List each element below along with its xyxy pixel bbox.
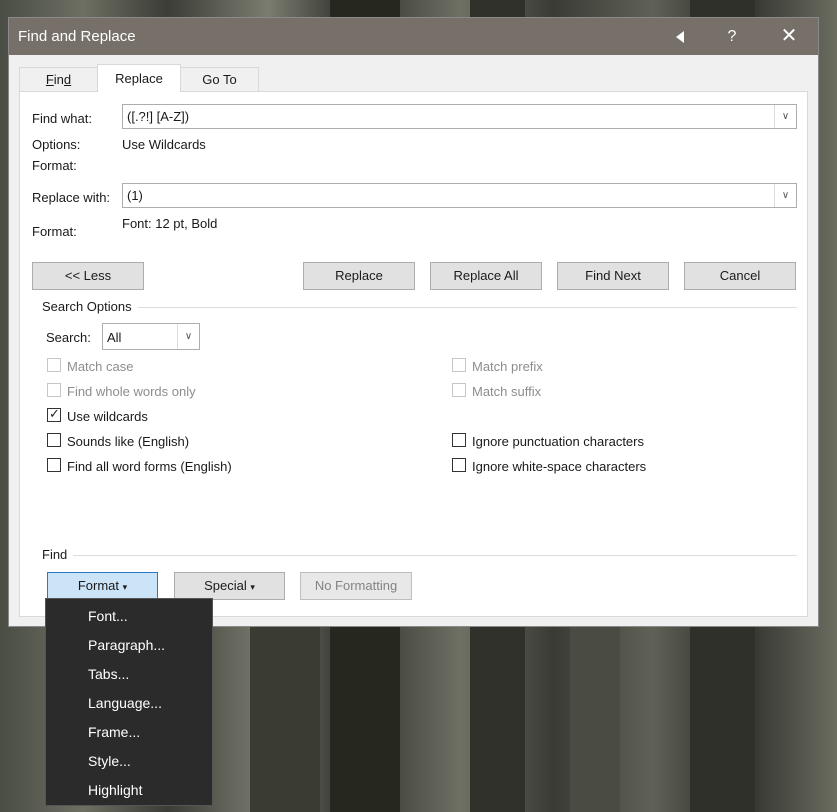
menu-item-highlight[interactable]: Highlight xyxy=(88,782,142,798)
special-button-label: Special xyxy=(204,578,247,593)
tab-goto[interactable]: Go To xyxy=(180,67,259,91)
replace-with-combo[interactable]: (1) ∨ xyxy=(122,183,797,208)
format-button[interactable]: Format ▾ xyxy=(47,572,158,600)
window-title: Find and Replace xyxy=(18,28,136,45)
tab-find-label: Find xyxy=(45,72,72,87)
options-value: Use Wildcards xyxy=(122,137,206,152)
triangle-left-icon xyxy=(676,30,684,43)
menu-item-font[interactable]: Font... xyxy=(88,608,128,624)
replace-format-value: Font: 12 pt, Bold xyxy=(122,216,218,231)
find-what-value: ([.?!] [A-Z]) xyxy=(127,109,190,124)
format-dropdown-menu: Font... Paragraph... Tabs... Language...… xyxy=(45,598,213,806)
chevron-down-icon[interactable]: ∨ xyxy=(774,105,796,128)
whole-words-checkbox[interactable] xyxy=(47,383,61,397)
chevron-down-icon[interactable]: ∨ xyxy=(774,184,796,207)
search-direction-label: Search: xyxy=(46,330,91,345)
match-prefix-checkbox[interactable] xyxy=(452,358,466,372)
word-forms-checkbox[interactable] xyxy=(47,458,61,472)
less-button[interactable]: << Less xyxy=(32,262,144,290)
replace-with-value: (1) xyxy=(127,188,143,203)
special-button[interactable]: Special ▾ xyxy=(174,572,285,600)
tab-goto-label: Go To xyxy=(202,72,237,87)
find-section-title: Find xyxy=(42,547,74,562)
word-forms-label: Find all word forms (English) xyxy=(67,459,232,474)
sounds-like-label: Sounds like (English) xyxy=(67,434,190,449)
options-label: Options: xyxy=(32,137,81,152)
menu-item-paragraph[interactable]: Paragraph... xyxy=(88,637,165,653)
find-section: Find xyxy=(42,547,797,562)
find-replace-dialog: Find and Replace ? ✕ Find Replace Go To … xyxy=(8,17,819,627)
sounds-like-checkbox[interactable] xyxy=(47,433,61,447)
menu-item-language[interactable]: Language... xyxy=(88,695,162,711)
find-what-label: Find what: xyxy=(32,111,92,126)
background-trunk xyxy=(570,620,620,812)
no-formatting-button[interactable]: No Formatting xyxy=(300,572,412,600)
close-button[interactable]: ✕ xyxy=(766,18,812,55)
search-direction-select[interactable]: All ∨ xyxy=(102,323,200,350)
chevron-down-icon[interactable]: ∨ xyxy=(177,324,199,349)
use-wildcards-label: Use wildcards xyxy=(67,409,148,424)
match-prefix-label: Match prefix xyxy=(472,359,543,374)
ignore-whitespace-checkbox[interactable] xyxy=(452,458,466,472)
back-button[interactable] xyxy=(657,18,703,55)
menu-item-tabs[interactable]: Tabs... xyxy=(88,666,129,682)
match-case-checkbox[interactable] xyxy=(47,358,61,372)
cancel-button[interactable]: Cancel xyxy=(684,262,796,290)
checkmark-icon: ✓ xyxy=(49,406,60,421)
find-what-combo[interactable]: ([.?!] [A-Z]) ∨ xyxy=(122,104,797,129)
replace-all-button[interactable]: Replace All xyxy=(430,262,542,290)
search-direction-value: All xyxy=(107,330,122,345)
caret-down-icon: ▾ xyxy=(122,582,128,592)
replace-panel: Find what: ([.?!] [A-Z]) ∨ Options: Use … xyxy=(19,91,808,617)
divider xyxy=(42,555,797,556)
title-bar: Find and Replace ? ✕ xyxy=(9,18,818,55)
use-wildcards-checkbox[interactable]: ✓ xyxy=(47,406,61,422)
ignore-punctuation-label: Ignore punctuation characters xyxy=(472,434,644,449)
whole-words-label: Find whole words only xyxy=(67,384,196,399)
match-case-label: Match case xyxy=(67,359,134,374)
match-suffix-checkbox[interactable] xyxy=(452,383,466,397)
background-trunk xyxy=(250,600,320,812)
tab-replace[interactable]: Replace xyxy=(97,64,181,92)
format-button-label: Format xyxy=(77,578,119,593)
help-button[interactable]: ? xyxy=(709,18,755,55)
ignore-whitespace-label: Ignore white-space characters xyxy=(472,459,647,474)
menu-item-frame[interactable]: Frame... xyxy=(88,724,140,740)
find-next-button[interactable]: Find Next xyxy=(557,262,669,290)
search-options-section: Search Options xyxy=(42,299,797,314)
match-suffix-label: Match suffix xyxy=(472,384,542,399)
tab-replace-label: Replace xyxy=(115,71,163,86)
replace-button[interactable]: Replace xyxy=(303,262,415,290)
menu-item-style[interactable]: Style... xyxy=(88,753,131,769)
replace-format-label: Format: xyxy=(32,224,77,239)
find-format-label: Format: xyxy=(32,158,77,173)
divider xyxy=(42,307,797,308)
caret-down-icon: ▾ xyxy=(250,582,255,592)
ignore-punctuation-checkbox[interactable] xyxy=(452,433,466,447)
tab-find[interactable]: Find xyxy=(19,67,98,91)
search-options-title: Search Options xyxy=(42,299,138,314)
replace-with-label: Replace with: xyxy=(32,190,111,205)
